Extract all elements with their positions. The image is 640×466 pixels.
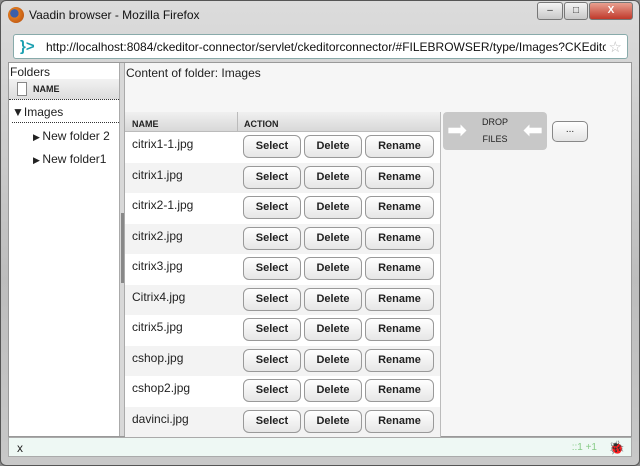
file-name: citrix5.jpg bbox=[132, 320, 183, 334]
folders-panel: Folders NAME ▼Images ▶ New folder 2 ▶ Ne… bbox=[9, 63, 119, 436]
file-name: cshop2.jpg bbox=[132, 381, 191, 395]
expand-arrow-icon[interactable]: ▼ bbox=[12, 105, 24, 119]
select-button[interactable]: Select bbox=[243, 287, 301, 311]
table-row[interactable]: citrix3.jpg Select Delete Rename bbox=[125, 254, 440, 285]
rename-button[interactable]: Rename bbox=[365, 409, 434, 433]
file-name: citrix3.jpg bbox=[132, 259, 183, 273]
close-status-button[interactable]: x bbox=[17, 441, 23, 455]
title-bar: Vaadin browser - Mozilla Firefox – □ X bbox=[1, 1, 639, 29]
table-header: NAME ACTION bbox=[125, 112, 440, 132]
url-input[interactable]: http://localhost:8084/ckeditor-connector… bbox=[46, 40, 606, 54]
table-row[interactable]: citrix1.jpg Select Delete Rename bbox=[125, 162, 440, 193]
rename-button[interactable]: Rename bbox=[365, 379, 434, 402]
document-icon bbox=[17, 82, 27, 96]
select-button[interactable]: Select bbox=[243, 409, 301, 433]
table-row[interactable]: citrix2-1.jpg Select Delete Rename bbox=[125, 193, 440, 224]
close-button[interactable]: X bbox=[589, 2, 633, 20]
minimize-button[interactable]: – bbox=[537, 2, 563, 20]
tree-node-new-folder-2[interactable]: ▶ New folder 2 bbox=[33, 129, 110, 143]
select-button[interactable]: Select bbox=[243, 196, 301, 219]
file-name: citrix1-1.jpg bbox=[132, 137, 194, 151]
select-button[interactable]: Select bbox=[243, 257, 301, 280]
arrow-left-icon: ⬅ bbox=[522, 117, 543, 144]
file-name: cshop.jpg bbox=[132, 350, 184, 365]
table-row[interactable]: cshop.jpg Select Delete Rename bbox=[125, 345, 440, 376]
delete-button[interactable]: Delete bbox=[304, 135, 362, 158]
select-button[interactable]: Select bbox=[243, 135, 301, 158]
delete-button[interactable]: Delete bbox=[304, 379, 362, 402]
file-name: citrix1.jpg bbox=[132, 167, 183, 182]
delete-button[interactable]: Delete bbox=[304, 226, 362, 250]
table-row[interactable]: citrix5.jpg Select Delete Rename bbox=[125, 315, 440, 346]
table-row[interactable]: citrix2.jpg Select Delete Rename bbox=[125, 223, 440, 254]
firefox-icon bbox=[8, 7, 24, 23]
file-name: citrix2-1.jpg bbox=[132, 198, 194, 212]
delete-button[interactable]: Delete bbox=[304, 348, 362, 372]
select-button[interactable]: Select bbox=[243, 165, 301, 189]
rename-button[interactable]: Rename bbox=[365, 348, 434, 372]
table-row[interactable]: davinci.jpg Select Delete Rename bbox=[125, 406, 440, 437]
rename-button[interactable]: Rename bbox=[365, 135, 434, 158]
drop-files-zone[interactable]: ➡ DROP FILES ⬅ bbox=[443, 112, 547, 150]
status-bar: x ::1 +1 🐞 bbox=[8, 437, 632, 457]
select-button[interactable]: Select bbox=[243, 318, 301, 341]
vaadin-app: Folders NAME ▼Images ▶ New folder 2 ▶ Ne… bbox=[8, 62, 632, 438]
delete-button[interactable]: Delete bbox=[304, 287, 362, 311]
tree-node-images[interactable]: ▼Images bbox=[12, 105, 119, 123]
name-column-header: NAME bbox=[33, 84, 60, 94]
collapse-arrow-icon[interactable]: ▶ bbox=[33, 155, 42, 165]
delete-button[interactable]: Delete bbox=[304, 196, 362, 219]
content-panel: Content of folder: Images NAME ACTION ci… bbox=[125, 63, 631, 438]
bookmark-star-icon[interactable]: ☆ bbox=[609, 38, 622, 56]
maximize-button[interactable]: □ bbox=[564, 2, 588, 20]
delete-button[interactable]: Delete bbox=[304, 257, 362, 280]
window-title: Vaadin browser - Mozilla Firefox bbox=[29, 8, 200, 22]
rename-button[interactable]: Rename bbox=[365, 196, 434, 219]
select-button[interactable]: Select bbox=[243, 379, 301, 402]
column-header-action[interactable]: ACTION bbox=[238, 112, 279, 131]
address-bar[interactable]: }> http://localhost:8084/ckeditor-connec… bbox=[13, 34, 628, 59]
tree-header[interactable]: NAME bbox=[9, 79, 119, 100]
delete-button[interactable]: Delete bbox=[304, 165, 362, 189]
files-table: NAME ACTION citrix1-1.jpg Select Delete … bbox=[125, 112, 441, 438]
delete-button[interactable]: Delete bbox=[304, 318, 362, 341]
content-caption: Content of folder: Images bbox=[126, 66, 261, 80]
table-row[interactable]: citrix1-1.jpg Select Delete Rename bbox=[125, 132, 440, 163]
rename-button[interactable]: Rename bbox=[365, 165, 434, 189]
status-stats: ::1 +1 bbox=[571, 442, 597, 453]
select-button[interactable]: Select bbox=[243, 348, 301, 372]
file-name: davinci.jpg bbox=[132, 411, 189, 426]
delete-button[interactable]: Delete bbox=[304, 409, 362, 433]
folders-caption: Folders bbox=[10, 65, 51, 79]
site-icon: }> bbox=[20, 38, 35, 55]
rename-button[interactable]: Rename bbox=[365, 257, 434, 280]
rename-button[interactable]: Rename bbox=[365, 318, 434, 341]
table-row[interactable]: Citrix4.jpg Select Delete Rename bbox=[125, 284, 440, 315]
rename-button[interactable]: Rename bbox=[365, 287, 434, 311]
collapse-arrow-icon[interactable]: ▶ bbox=[33, 132, 42, 142]
file-name: citrix2.jpg bbox=[132, 228, 183, 243]
rename-button[interactable]: Rename bbox=[365, 226, 434, 250]
table-row[interactable]: cshop2.jpg Select Delete Rename bbox=[125, 376, 440, 407]
column-header-name[interactable]: NAME bbox=[125, 112, 238, 131]
select-button[interactable]: Select bbox=[243, 226, 301, 250]
tree-node-new-folder1[interactable]: ▶ New folder1 bbox=[33, 152, 106, 166]
upload-more-button[interactable]: ... bbox=[552, 121, 588, 142]
firebug-icon[interactable]: 🐞 bbox=[609, 440, 625, 456]
file-name: Citrix4.jpg bbox=[132, 289, 186, 304]
scrollbar-thumb[interactable] bbox=[121, 213, 124, 283]
